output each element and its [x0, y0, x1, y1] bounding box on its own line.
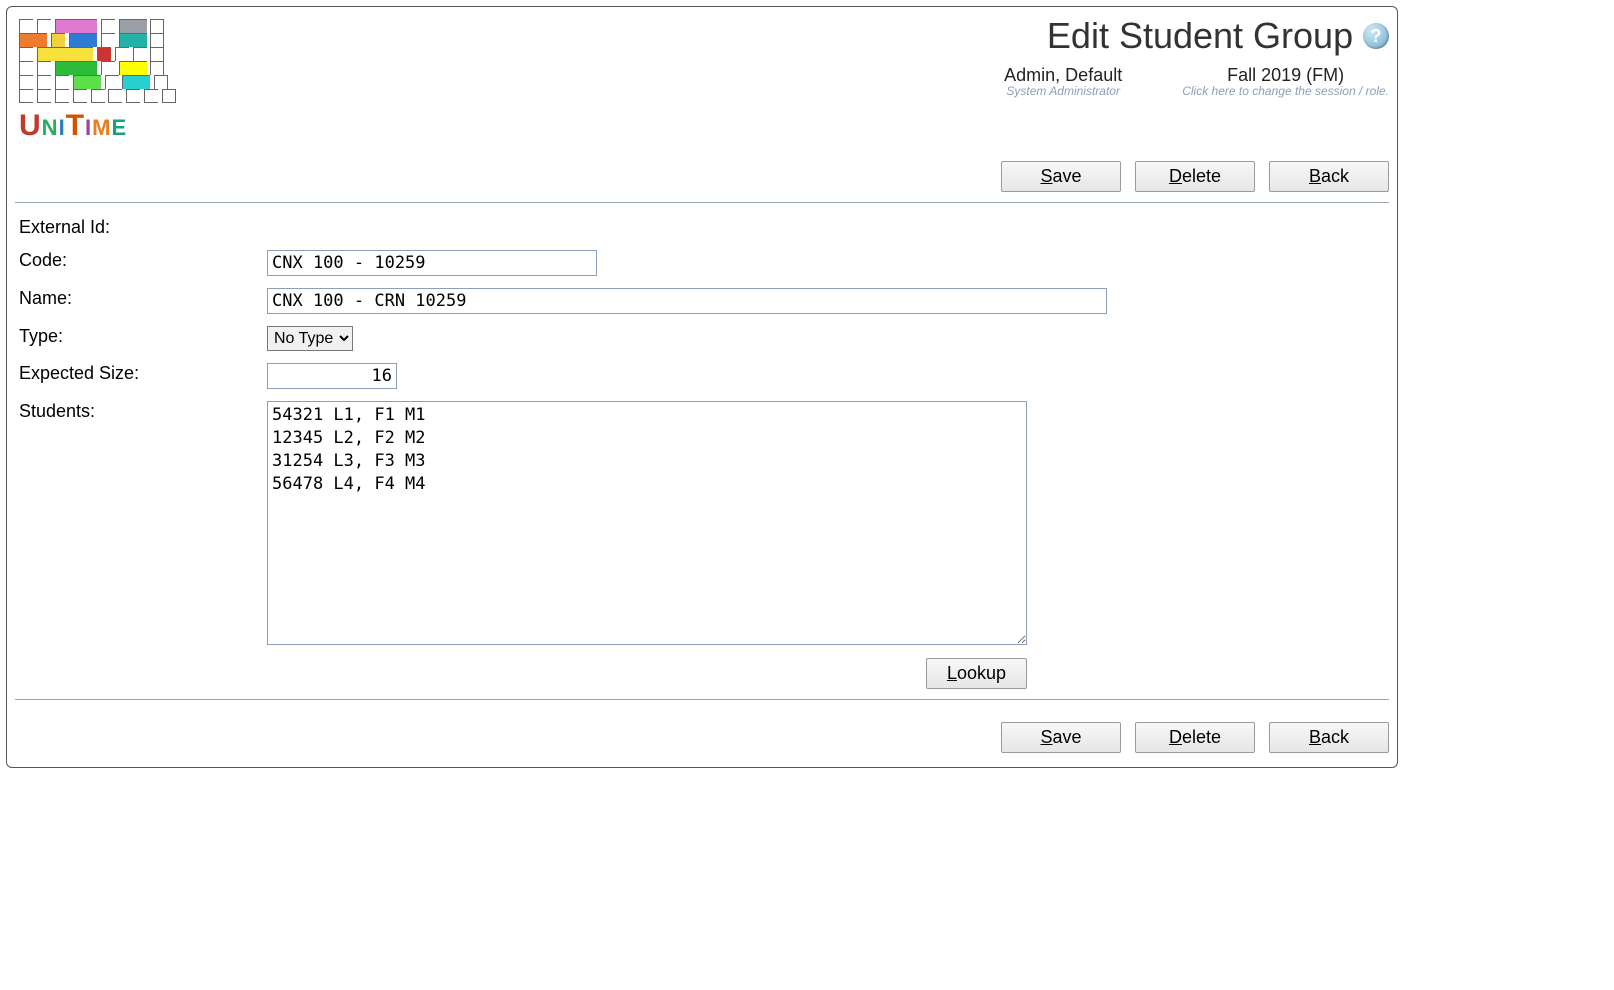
value-external-id	[263, 211, 1389, 244]
label-code: Code:	[15, 244, 263, 282]
label-external-id: External Id:	[15, 211, 263, 244]
logo-grid-icon	[19, 19, 176, 103]
help-icon[interactable]: ?	[1363, 23, 1389, 49]
user-role: System Administrator	[1004, 84, 1122, 98]
session-hint: Click here to change the session / role.	[1182, 84, 1389, 98]
save-button[interactable]: Save	[1001, 161, 1121, 192]
students-textarea[interactable]	[267, 401, 1027, 645]
logo-text: UNITIME	[19, 109, 176, 143]
expected-size-input[interactable]	[267, 363, 397, 389]
current-user[interactable]: Admin, Default System Administrator	[1004, 65, 1122, 98]
user-name: Admin, Default	[1004, 65, 1122, 86]
type-select[interactable]: No Type	[267, 326, 353, 351]
back-button-bottom[interactable]: Back	[1269, 722, 1389, 753]
label-type: Type:	[15, 320, 263, 357]
session-name: Fall 2019 (FM)	[1182, 65, 1389, 86]
label-name: Name:	[15, 282, 263, 320]
back-button[interactable]: Back	[1269, 161, 1389, 192]
delete-button-bottom[interactable]: Delete	[1135, 722, 1255, 753]
lookup-button[interactable]: Lookup	[926, 658, 1027, 689]
bottom-button-row: Save Delete Back	[15, 708, 1389, 759]
save-button-bottom[interactable]: Save	[1001, 722, 1121, 753]
label-students: Students:	[15, 395, 263, 695]
label-expected-size: Expected Size:	[15, 357, 263, 395]
page-title: Edit Student Group	[1047, 15, 1353, 57]
top-button-row: Save Delete Back	[15, 147, 1389, 198]
current-session[interactable]: Fall 2019 (FM) Click here to change the …	[1182, 65, 1389, 98]
delete-button[interactable]: Delete	[1135, 161, 1255, 192]
name-input[interactable]	[267, 288, 1107, 314]
code-input[interactable]	[267, 250, 597, 276]
app-logo[interactable]: UNITIME	[15, 15, 180, 147]
